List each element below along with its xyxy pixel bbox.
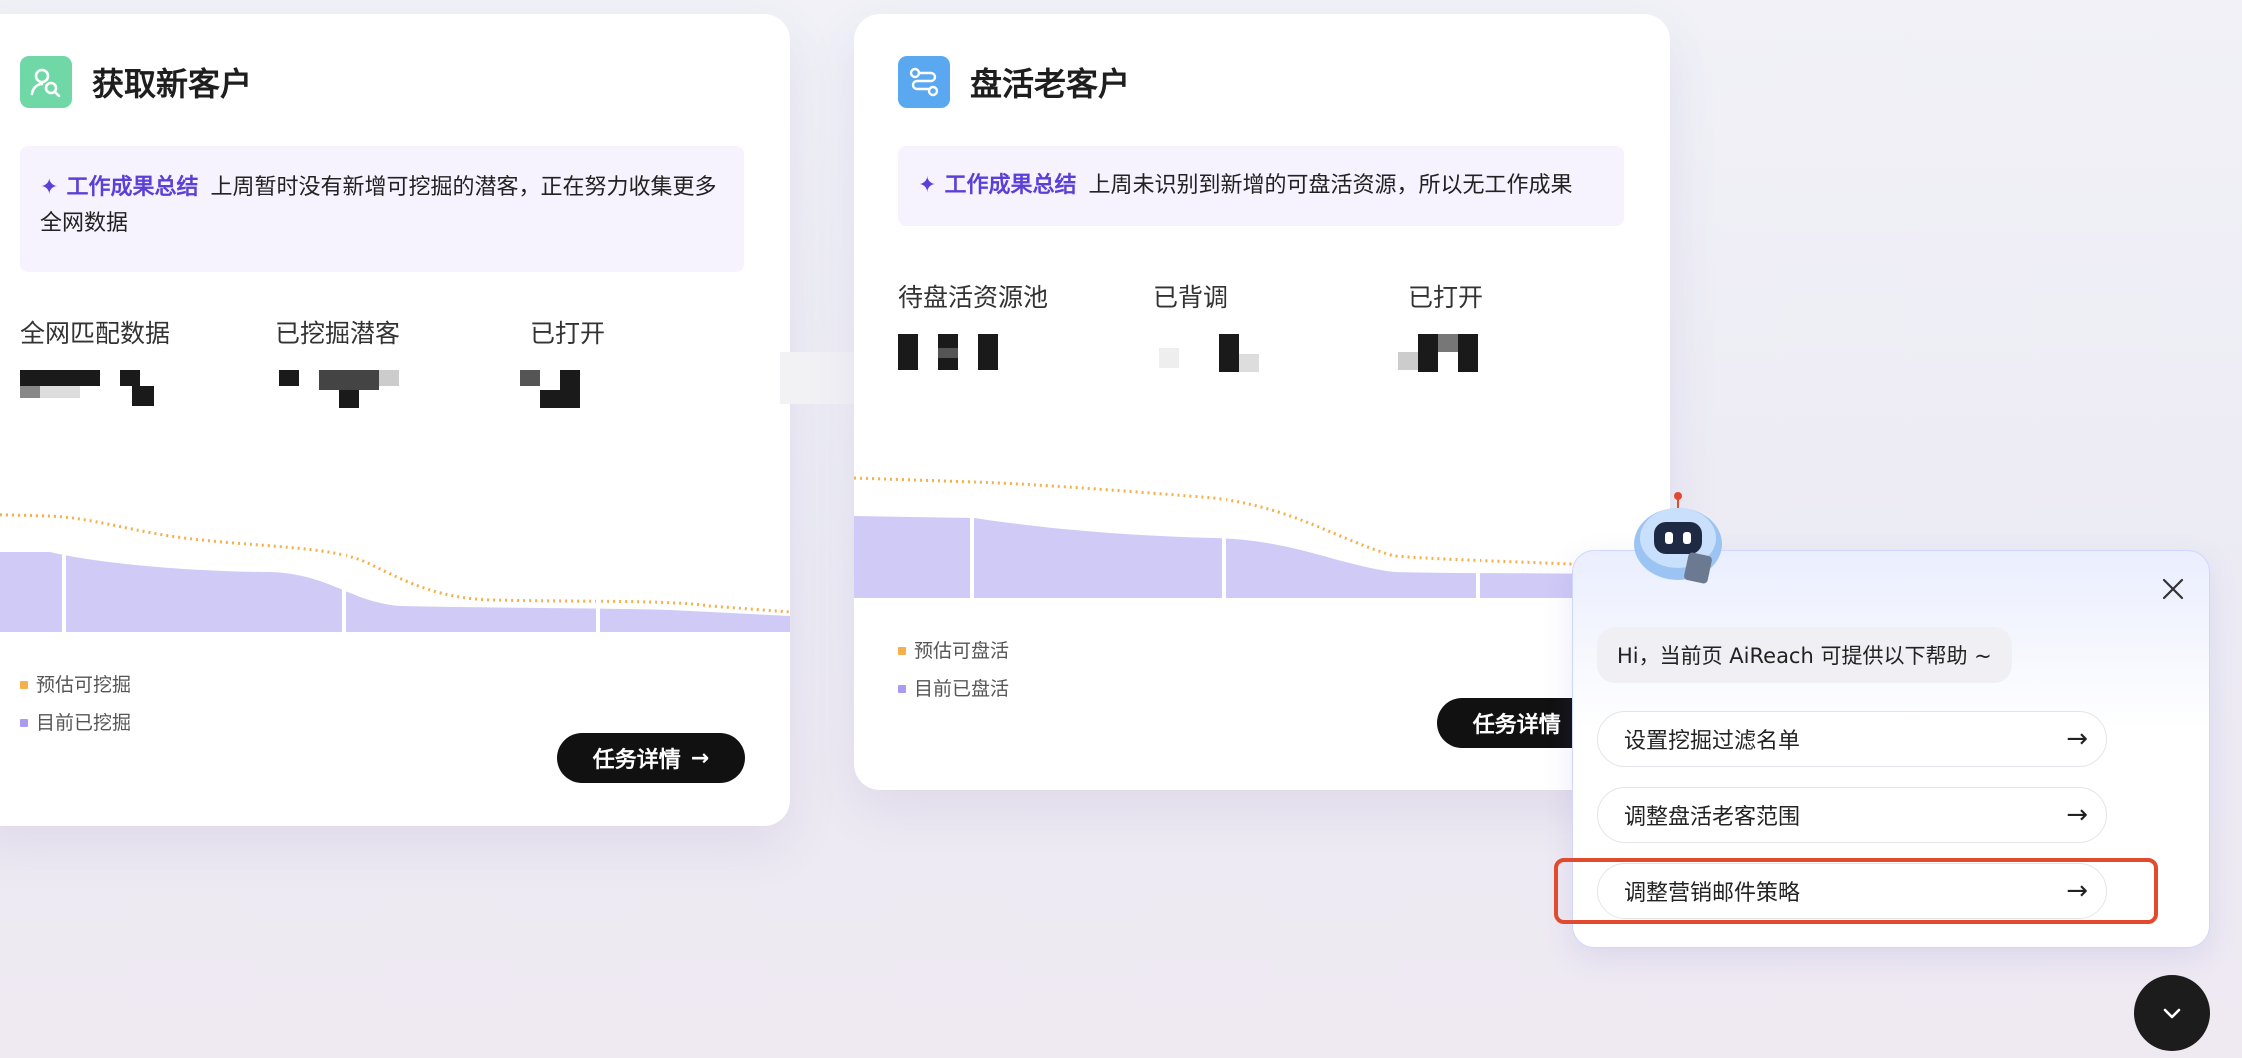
actual-area bbox=[854, 516, 1670, 598]
legend-item-actual: 目前已盘活 bbox=[898, 670, 1009, 708]
sparkle-icon: ✦ bbox=[918, 173, 937, 198]
metric-resource-pool: 待盘活资源池 bbox=[898, 278, 1153, 374]
metric-matched-data: 全网匹配数据 bbox=[20, 314, 275, 410]
summary-label: 工作成果总结 bbox=[66, 175, 199, 200]
legend-item-estimate: 预估可盘活 bbox=[898, 632, 1009, 670]
card-title: 获取新客户 bbox=[92, 65, 253, 103]
redacted-value bbox=[20, 370, 275, 410]
option-label: 调整营销邮件策略 bbox=[1624, 881, 1801, 906]
metrics-row: 待盘活资源池 已背调 已打开 bbox=[898, 278, 1663, 374]
option-label: 设置挖掘过滤名单 bbox=[1624, 729, 1801, 754]
arrow-right-icon: → bbox=[690, 745, 710, 771]
button-label: 任务详情 bbox=[1472, 713, 1561, 738]
assistant-panel: Hi，当前页 AiReach 可提供以下帮助 ~ 设置挖掘过滤名单 → 调整盘活… bbox=[1572, 550, 2210, 948]
option-email-strategy[interactable]: 调整营销邮件策略 → bbox=[1597, 863, 2107, 919]
redacted-value bbox=[898, 334, 1153, 374]
redacted-value bbox=[1153, 334, 1408, 374]
redacted-value bbox=[520, 370, 785, 410]
close-icon[interactable] bbox=[2161, 577, 2185, 601]
arrow-right-icon: → bbox=[2066, 876, 2088, 906]
legend-item-actual: 目前已挖掘 bbox=[20, 704, 131, 742]
summary-text: 上周未识别到新增的可盘活资源，所以无工作成果 bbox=[1088, 173, 1573, 198]
arrow-right-icon: → bbox=[2066, 724, 2088, 754]
sparkle-icon: ✦ bbox=[40, 175, 59, 200]
button-label: 任务详情 bbox=[592, 748, 681, 773]
metric-mined-prospects: 已挖掘潜客 bbox=[275, 314, 530, 410]
revive-area-chart bbox=[854, 474, 1670, 598]
legend-item-estimate: 预估可挖掘 bbox=[20, 666, 131, 704]
actual-area bbox=[0, 552, 790, 632]
chevron-down-icon bbox=[2163, 1008, 2181, 1019]
metric-label: 已打开 bbox=[530, 319, 606, 348]
user-search-icon bbox=[20, 56, 72, 108]
task-details-button[interactable]: 任务详情 → bbox=[557, 733, 745, 783]
metrics-row: 全网匹配数据 已挖掘潜客 已打开 bbox=[20, 314, 785, 410]
chart-legend: 预估可挖掘 目前已挖掘 bbox=[20, 666, 131, 742]
arrow-right-icon: → bbox=[2066, 800, 2088, 830]
option-label: 调整盘活老客范围 bbox=[1624, 805, 1801, 830]
metric-researched: 已背调 bbox=[1153, 278, 1408, 374]
metric-label: 已挖掘潜客 bbox=[275, 319, 401, 348]
redacted-value bbox=[1398, 334, 1663, 374]
option-filter-list[interactable]: 设置挖掘过滤名单 → bbox=[1597, 711, 2107, 767]
metric-label: 已背调 bbox=[1153, 283, 1229, 312]
redacted-value bbox=[275, 370, 530, 410]
metric-opened: 已打开 bbox=[1398, 278, 1663, 374]
card-header: 获取新客户 bbox=[20, 56, 252, 108]
metric-opened: 已打开 bbox=[520, 314, 785, 410]
assistant-greeting: Hi，当前页 AiReach 可提供以下帮助 ~ bbox=[1597, 627, 2012, 683]
chart-legend: 预估可盘活 目前已盘活 bbox=[898, 632, 1009, 708]
option-revive-scope[interactable]: 调整盘活老客范围 → bbox=[1597, 787, 2107, 843]
summary-label: 工作成果总结 bbox=[944, 173, 1077, 198]
robot-avatar-icon bbox=[1634, 492, 1722, 584]
revive-customers-card: 盘活老客户 ✦ 工作成果总结 上周未识别到新增的可盘活资源，所以无工作成果 待盘活资… bbox=[854, 14, 1670, 790]
card-header: 盘活老客户 bbox=[898, 56, 1130, 108]
collapse-assistant-button[interactable] bbox=[2134, 975, 2210, 1051]
route-icon bbox=[898, 56, 950, 108]
redacted-value bbox=[780, 352, 860, 404]
metric-label: 全网匹配数据 bbox=[20, 319, 171, 348]
work-summary: ✦ 工作成果总结 上周未识别到新增的可盘活资源，所以无工作成果 bbox=[898, 146, 1624, 226]
acquire-customers-card: 获取新客户 ✦ 工作成果总结 上周暂时没有新增可挖掘的潜客，正在努力收集更多全网数据… bbox=[0, 14, 790, 826]
metric-label: 待盘活资源池 bbox=[898, 283, 1049, 312]
acquire-area-chart bbox=[0, 494, 790, 632]
metric-label: 已打开 bbox=[1408, 283, 1484, 312]
card-title: 盘活老客户 bbox=[970, 65, 1131, 103]
work-summary: ✦ 工作成果总结 上周暂时没有新增可挖掘的潜客，正在努力收集更多全网数据 bbox=[20, 146, 744, 272]
